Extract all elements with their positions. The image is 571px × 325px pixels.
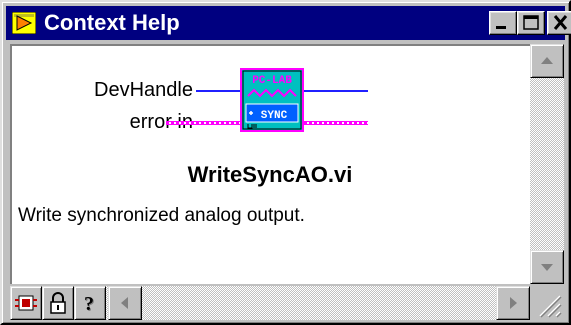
question-icon: ? ? — [84, 293, 95, 316]
minimize-button[interactable] — [489, 11, 517, 35]
lock-button[interactable] — [42, 286, 74, 320]
help-toolbar-and-hscroll: ? ? — [10, 286, 530, 320]
simple-diagram-icon — [15, 295, 37, 311]
arrow-up-icon — [541, 57, 553, 64]
lock-icon — [50, 292, 66, 314]
labview-help-icon — [11, 11, 37, 35]
resize-grip[interactable] — [530, 286, 564, 320]
vi-icon: PC-LAB SYNC — [240, 68, 304, 132]
connector-label-devhandle-in: DevHandle — [94, 79, 193, 101]
vi-name: WriteSyncAO.vi — [187, 162, 353, 187]
resize-grip-icon — [539, 295, 562, 318]
pc-lab-vi-icon: PC-LAB SYNC — [240, 68, 304, 132]
scroll-down-button[interactable] — [530, 250, 564, 284]
vi-icon-top-text: PC-LAB — [252, 75, 292, 87]
window-title: Context Help — [44, 10, 180, 35]
wire-devhandle-in — [196, 90, 240, 92]
context-help-window: Context Help DevHandle error in PC-LAB S… — [0, 0, 571, 325]
svg-text:?: ? — [84, 293, 94, 315]
arrow-left-icon — [121, 297, 128, 309]
minimize-icon — [496, 26, 506, 29]
help-content-pane: DevHandle error in PC-LAB SYNC WriteSync… — [10, 44, 530, 284]
arrow-down-icon — [541, 264, 553, 271]
scroll-up-button[interactable] — [530, 44, 564, 78]
close-button[interactable] — [547, 11, 571, 35]
vi-icon-bottom-text: SYNC — [261, 110, 288, 122]
wire-error-out — [304, 121, 368, 125]
maximize-button[interactable] — [517, 11, 545, 35]
wire-error-in — [166, 121, 240, 125]
arrow-right-icon — [510, 297, 517, 309]
scroll-left-button[interactable] — [108, 286, 142, 320]
simple-diagram-toggle[interactable] — [10, 286, 42, 320]
title-bar[interactable]: Context Help — [6, 6, 571, 40]
maximize-icon — [523, 15, 539, 30]
wire-devhandle-out — [304, 90, 368, 92]
scroll-right-button[interactable] — [496, 286, 530, 320]
close-icon — [553, 15, 568, 30]
detailed-help-button[interactable]: ? ? — [74, 286, 106, 320]
vi-description: Write synchronized analog output. — [18, 205, 305, 226]
vertical-scrollbar[interactable] — [530, 44, 564, 284]
